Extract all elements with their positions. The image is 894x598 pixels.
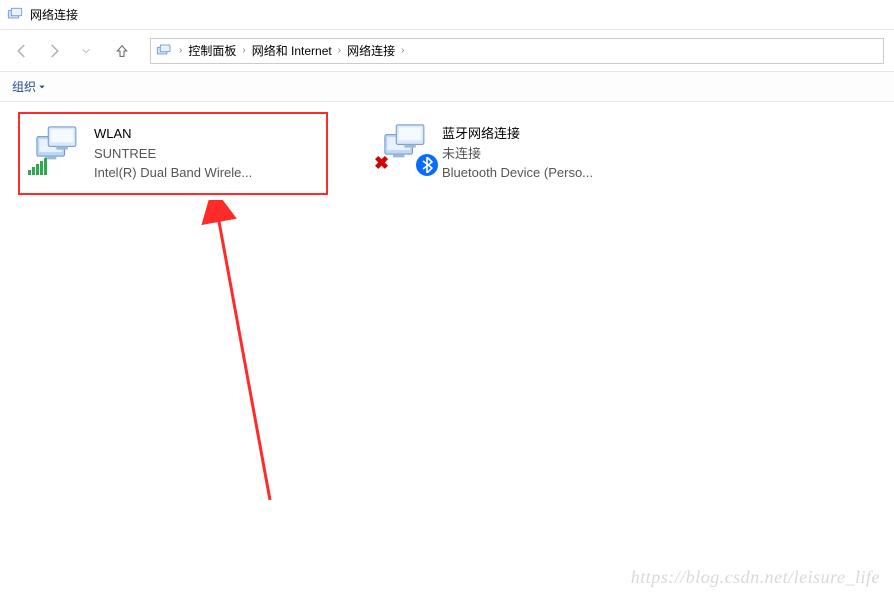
address-icon: [155, 42, 173, 60]
wifi-signal-icon: [28, 157, 50, 178]
network-adapter-icon: [32, 124, 84, 176]
forward-button[interactable]: [42, 39, 66, 63]
connection-text: WLAN SUNTREE Intel(R) Dual Band Wirele..…: [94, 124, 252, 183]
chevron-right-icon[interactable]: ›: [399, 45, 406, 56]
chevron-right-icon[interactable]: ›: [240, 45, 247, 56]
connection-device: Intel(R) Dual Band Wirele...: [94, 163, 252, 183]
chevron-right-icon[interactable]: ›: [336, 45, 343, 56]
connection-item-wlan[interactable]: WLAN SUNTREE Intel(R) Dual Band Wirele..…: [18, 112, 328, 195]
connection-text: 蓝牙网络连接 未连接 Bluetooth Device (Perso...: [442, 122, 593, 185]
connection-item-bluetooth[interactable]: ✖ 蓝牙网络连接 未连接 Bluetooth Device (Perso...: [368, 112, 678, 195]
organize-button[interactable]: 组织: [12, 78, 46, 95]
connection-name: 蓝牙网络连接: [442, 124, 593, 144]
address-bar[interactable]: › 控制面板 › 网络和 Internet › 网络连接 ›: [150, 38, 884, 64]
connection-status: 未连接: [442, 144, 593, 164]
window-icon: [6, 6, 24, 24]
connection-device: Bluetooth Device (Perso...: [442, 163, 593, 183]
dropdown-history-button[interactable]: [74, 39, 98, 63]
breadcrumb-item[interactable]: 网络连接: [343, 39, 399, 63]
breadcrumb-item[interactable]: 网络和 Internet: [248, 39, 336, 63]
content-area: WLAN SUNTREE Intel(R) Dual Band Wirele..…: [0, 102, 894, 205]
back-button[interactable]: [10, 39, 34, 63]
toolbar: 组织: [0, 72, 894, 102]
organize-label: 组织: [12, 78, 36, 95]
watermark: https://blog.csdn.net/leisure_life: [631, 567, 880, 588]
nav-bar: › 控制面板 › 网络和 Internet › 网络连接 ›: [0, 30, 894, 72]
disconnected-icon: ✖: [374, 153, 389, 174]
window-titlebar: 网络连接: [0, 0, 894, 30]
connection-name: WLAN: [94, 124, 252, 144]
chevron-down-icon: [38, 83, 46, 91]
up-button[interactable]: [110, 39, 134, 63]
window-title: 网络连接: [30, 6, 78, 23]
network-adapter-icon: ✖: [380, 122, 432, 174]
breadcrumb-item[interactable]: 控制面板: [184, 39, 240, 63]
chevron-right-icon[interactable]: ›: [177, 45, 184, 56]
annotation-arrow: [180, 200, 320, 520]
connection-status: SUNTREE: [94, 144, 252, 164]
bluetooth-icon: [416, 154, 438, 176]
